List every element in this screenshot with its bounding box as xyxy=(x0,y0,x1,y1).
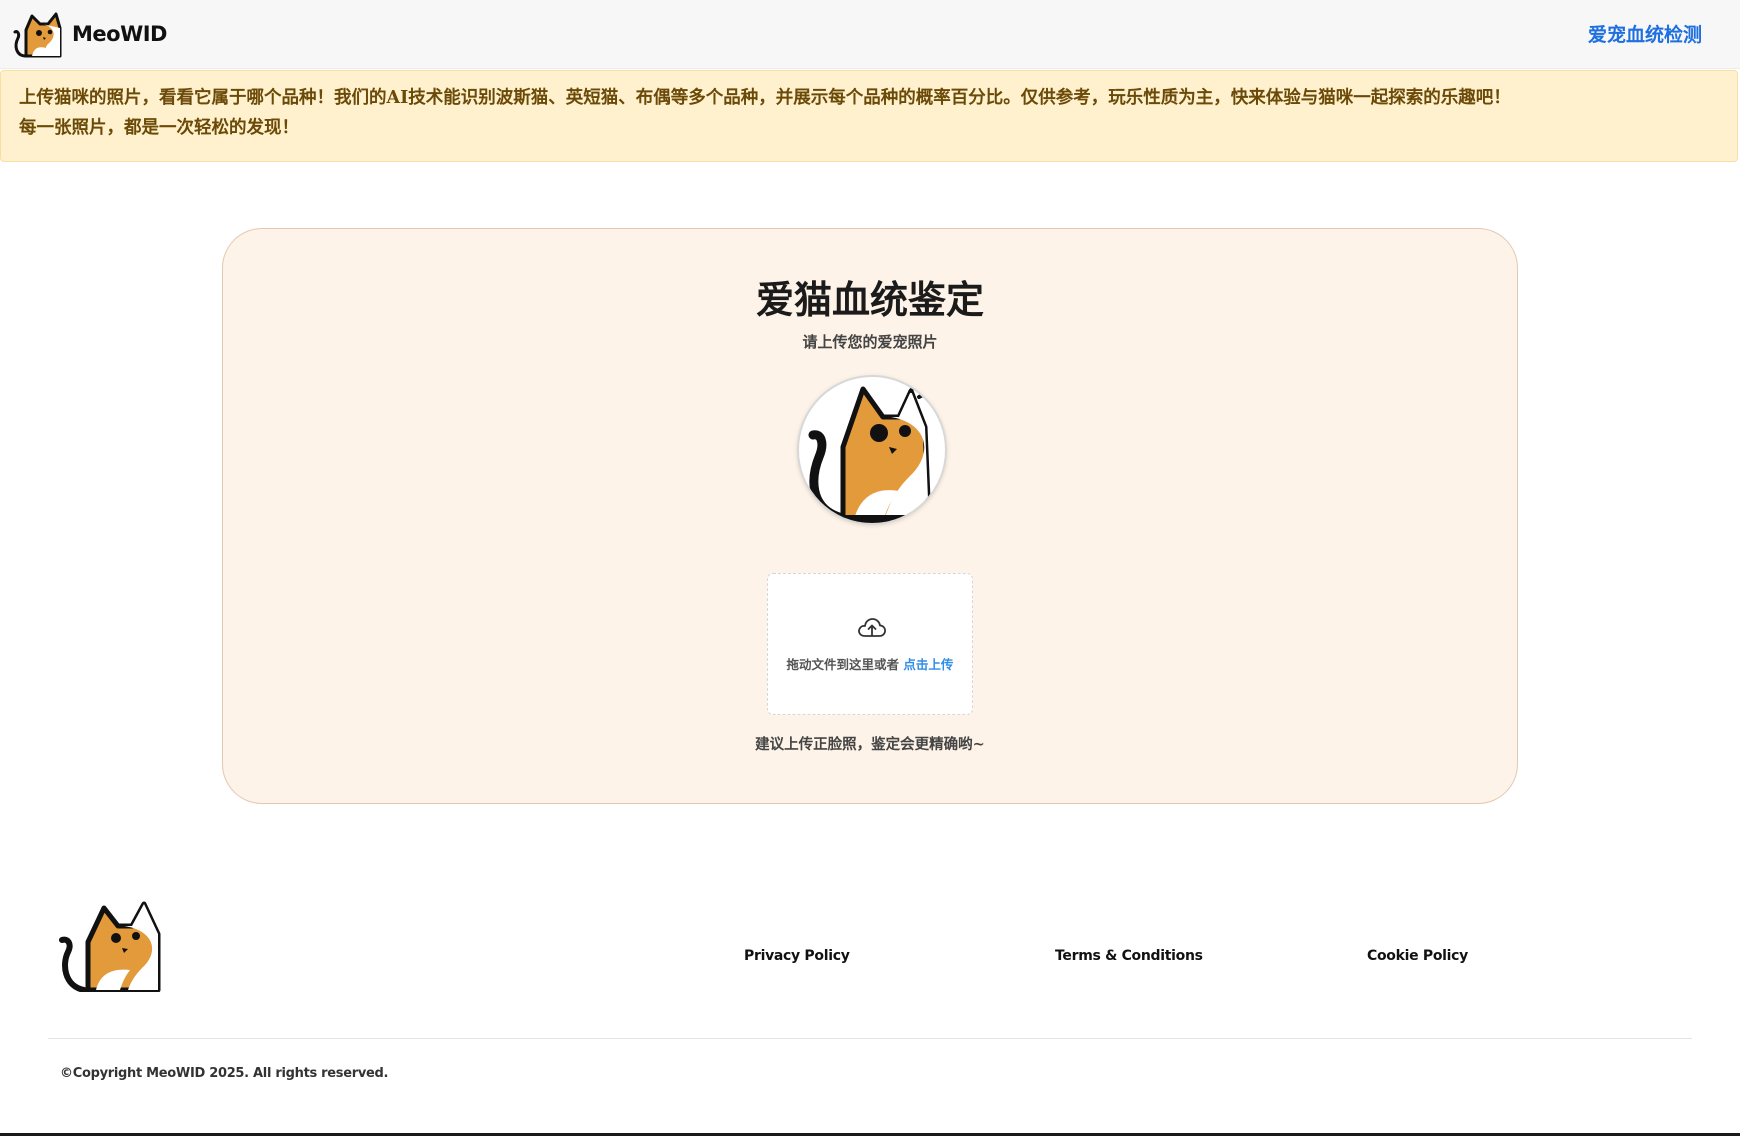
cat-avatar xyxy=(797,375,947,525)
page-title: 爱猫血统鉴定 xyxy=(755,277,984,322)
dropzone-text: 拖动文件到这里或者 点击上传 xyxy=(768,654,972,673)
footer-link-privacy-policy[interactable]: Privacy Policy xyxy=(744,948,850,964)
identification-card: 爱猫血统鉴定 请上传您的爱宠照片 拖动文件到这里或者 点击上传 建议上传正脸照，… xyxy=(222,228,1518,804)
cat-logo-icon xyxy=(13,12,62,58)
footer-link-terms-conditions[interactable]: Terms & Conditions xyxy=(1055,948,1203,964)
copyright-text: ©Copyright MeoWID 2025. All rights reser… xyxy=(60,1066,389,1081)
upload-dropzone[interactable]: 拖动文件到这里或者 点击上传 xyxy=(767,573,973,715)
notice-banner: 上传猫咪的照片，看看它属于哪个品种！我们的AI技术能识别波斯猫、英短猫、布偶等多… xyxy=(0,70,1738,162)
top-navbar: MeoWID 爱宠血统检测 xyxy=(0,0,1740,69)
nav-link-pet-pedigree-test[interactable]: 爱宠血统检测 xyxy=(1588,20,1702,47)
upload-hint: 建议上传正脸照，鉴定会更精确哟~ xyxy=(755,736,985,753)
dropzone-instruction: 拖动文件到这里或者 xyxy=(786,657,900,672)
footer-cat-logo-icon xyxy=(59,901,161,992)
click-upload-link[interactable]: 点击上传 xyxy=(903,657,953,672)
footer-link-cookie-policy[interactable]: Cookie Policy xyxy=(1367,948,1468,964)
brand-name: MeoWID xyxy=(72,22,167,46)
cat-illustration-icon xyxy=(808,381,932,523)
notice-line-2: 每一张照片，都是一次轻松的发现！ xyxy=(19,118,299,138)
footer-divider xyxy=(48,1038,1692,1039)
cloud-upload-icon xyxy=(858,618,886,637)
notice-line-1: 上传猫咪的照片，看看它属于哪个品种！我们的AI技术能识别波斯猫、英短猫、布偶等多… xyxy=(19,88,1511,108)
card-subtitle: 请上传您的爱宠照片 xyxy=(802,333,938,351)
brand[interactable]: MeoWID xyxy=(12,10,167,58)
